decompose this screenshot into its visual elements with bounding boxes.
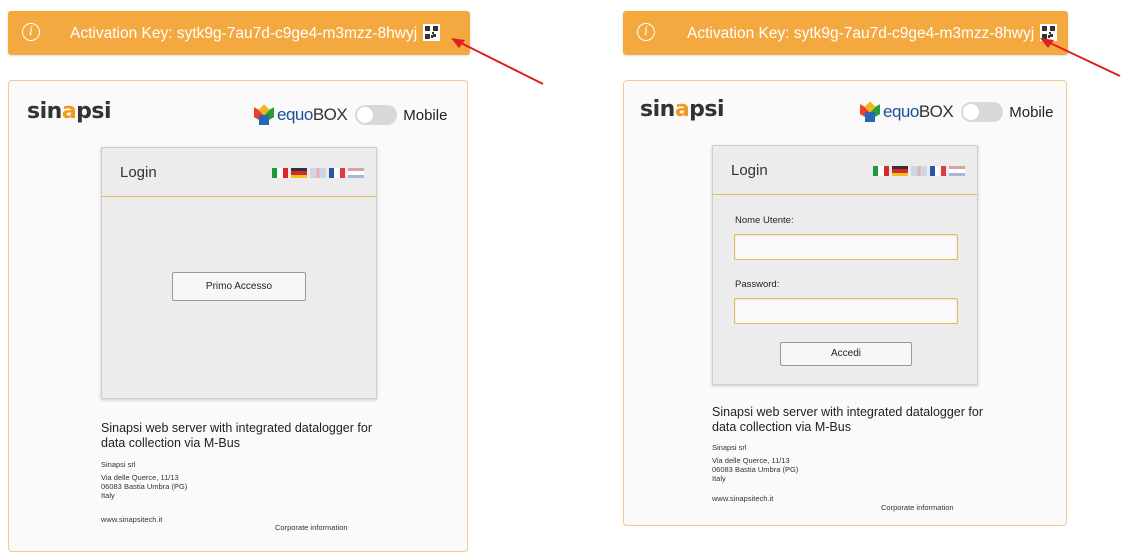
flag-germany-icon[interactable] [291, 168, 307, 178]
equobox-cube-icon [254, 104, 274, 125]
language-flags [272, 168, 364, 178]
info-icon[interactable]: i [22, 23, 40, 41]
username-input[interactable] [734, 234, 958, 260]
first-access-button[interactable]: Primo Accesso [172, 272, 306, 301]
login-header: Login [713, 146, 977, 195]
flag-netherlands-icon[interactable] [348, 168, 364, 178]
corporate-information-link[interactable]: Corporate information [275, 523, 348, 532]
mobile-label: Mobile [1009, 103, 1054, 121]
password-label: Password: [735, 279, 780, 290]
info-icon[interactable]: i [637, 23, 655, 41]
password-input[interactable] [734, 298, 958, 324]
activation-key-text: Activation Key: sytk9g-7au7d-c9ge4-m3mzz… [70, 25, 418, 42]
website-link[interactable]: www.sinapsitech.it [101, 515, 162, 524]
flag-uk-icon[interactable] [310, 168, 326, 178]
equobox-logo: equoBOX Mobile [254, 104, 448, 125]
flag-italy-icon[interactable] [873, 166, 889, 176]
login-box: Login Primo Accesso [101, 147, 377, 399]
red-arrow-left [451, 38, 544, 85]
equobox-cube-icon [860, 101, 880, 122]
login-submit-button[interactable]: Accedi [780, 342, 912, 366]
flag-uk-icon[interactable] [911, 166, 927, 176]
company-address: Sinapsi srl Via delle Querce, 11/13 0608… [712, 443, 799, 483]
mobile-toggle[interactable] [961, 102, 1004, 122]
flag-france-icon[interactable] [930, 166, 946, 176]
product-description: Sinapsi web server with integrated datal… [712, 405, 983, 434]
mobile-label: Mobile [403, 106, 448, 124]
flag-france-icon[interactable] [329, 168, 345, 178]
company-address: Sinapsi srl Via delle Querce, 11/13 0608… [101, 460, 188, 500]
sinapsi-logo: sinapsi [640, 97, 725, 122]
flag-germany-icon[interactable] [892, 166, 908, 176]
website-link[interactable]: www.sinapsitech.it [712, 494, 773, 503]
activation-key-text: Activation Key: sytk9g-7au7d-c9ge4-m3mzz… [687, 25, 1035, 42]
activation-banner: i Activation Key: sytk9g-7au7d-c9ge4-m3m… [623, 11, 1068, 55]
login-box: Login Nome Utente: Password: Accedi [712, 145, 978, 385]
equobox-logo: equoBOX Mobile [860, 101, 1054, 122]
username-label: Nome Utente: [735, 215, 794, 226]
login-title: Login [731, 162, 768, 179]
product-description: Sinapsi web server with integrated datal… [101, 421, 372, 450]
corporate-information-link[interactable]: Corporate information [881, 503, 954, 512]
activation-banner: i Activation Key: sytk9g-7au7d-c9ge4-m3m… [8, 11, 470, 55]
sinapsi-logo: sinapsi [27, 99, 112, 124]
equobox-brand: equo [277, 105, 313, 124]
language-flags [873, 166, 965, 176]
login-card: sinapsi equoBOX Mobile Login [623, 80, 1067, 526]
flag-netherlands-icon[interactable] [949, 166, 965, 176]
login-header: Login [102, 148, 376, 197]
equobox-brand: equo [883, 102, 919, 121]
flag-italy-icon[interactable] [272, 168, 288, 178]
mobile-toggle[interactable] [355, 105, 398, 125]
login-title: Login [120, 164, 157, 181]
qr-code-icon[interactable] [423, 24, 441, 41]
red-arrow-right [1040, 38, 1121, 77]
login-card: sinapsi equoBOX Mobile Login [8, 80, 468, 552]
